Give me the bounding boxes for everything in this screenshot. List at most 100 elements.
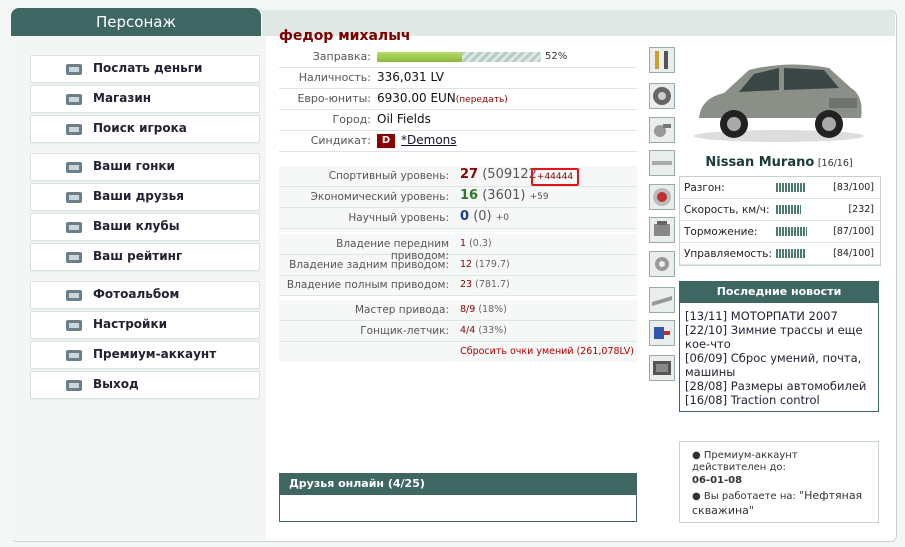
drive-master-value: 8/9 (18%) [460,304,507,315]
drive-master-row: Мастер привода: 8/9 (18%) [279,300,637,321]
sport-delta-badge: +44444 [531,168,579,186]
cash-row: Наличность: 336,031 LV [279,68,637,89]
rear-drive-row: Владение задним приводом: 12 (179.7) [279,255,637,276]
euro-label: Евро-юниты: [297,92,371,105]
turbo-icon[interactable] [649,117,675,143]
menu-item[interactable]: Премиум-аккаунт [30,341,260,369]
menu-item[interactable]: Настройки [30,311,260,339]
science-level-label: Научный уровень: [348,212,449,224]
clubs-icon [65,220,83,235]
car-stat-row: Разгон: [83/100] [680,177,880,199]
car-stat-value: [83/100] [833,182,874,193]
engine-icon[interactable] [649,217,675,243]
car-image [679,48,879,148]
econ-level-value: 16 (3601) +59 [460,188,549,203]
menu-item-label: Ваши друзья [93,189,184,203]
science-level-row: Научный уровень: 0 (0) +0 [279,208,637,229]
friends-online-box [279,495,637,522]
tire-icon[interactable] [649,83,675,109]
sport-level-label: Спортивный уровень: [328,170,449,182]
car-stat-bar [776,227,807,236]
news-item[interactable]: [06/09] Сброс умений, почта, машины [685,351,873,379]
brake-icon[interactable] [649,184,675,210]
syndicate-row: Синдикат: D *Demons [279,131,637,152]
exhaust-icon[interactable] [649,150,675,176]
cash-value: 336,031 LV [377,70,445,84]
city-row: Город: Oil Fields [279,110,637,131]
menu-item[interactable]: Ваши гонки [30,153,260,181]
nitro-icon[interactable] [649,320,675,346]
menu-item-label: Поиск игрока [93,121,187,135]
news-item[interactable]: [28/08] Размеры автомобилей [685,379,873,393]
menu-item[interactable]: Ваши клубы [30,213,260,241]
fuel-percent: 52% [545,51,568,62]
menu-item-label: Послать деньги [93,61,203,75]
car-stat-value: [232] [848,204,874,215]
friends-online-header: Друзья онлайн (4/25) [279,473,637,495]
car-stat-row: Торможение: [87/100] [680,221,880,243]
news-item[interactable]: [13/11] МОТОРПАТИ 2007 [685,309,873,323]
menu-item-label: Настройки [93,317,168,331]
rear-drive-label: Владение задним приводом: [289,259,449,271]
car-title: Nissan Murano [16/16] [679,155,879,170]
car-stat-value: [87/100] [833,226,874,237]
tab-character[interactable]: Персонаж [11,8,261,36]
camera-icon [65,288,83,303]
city-label: Город: [332,113,371,126]
menu-item[interactable]: Ваши друзья [30,183,260,211]
ecu-icon[interactable] [649,355,675,381]
menu-item[interactable]: Ваш рейтинг [30,243,260,271]
news-item[interactable]: [16/08] Traction control [685,393,873,407]
car-name: Nissan Murano [705,155,815,170]
menu-item-label: Ваши клубы [93,219,180,233]
menu-item[interactable]: Фотоальбом [30,281,260,309]
premium-date: 06-01-08 [692,475,743,486]
front-drive-row: Владение передним приводом: 1 (0.3) [279,234,637,262]
car-count: [16/16] [817,158,853,169]
menu-item[interactable]: Поиск игрока [30,115,260,143]
menu-item[interactable]: Магазин [30,85,260,113]
spoiler-icon[interactable] [649,287,675,313]
sport-level-value: 27 (509122 [460,167,537,182]
premium-icon [65,348,83,363]
suspension-icon[interactable] [649,47,675,73]
euro-row: Евро-юниты: 6930.00 EUN(передать) [279,89,637,110]
all-drive-label: Владение полным приводом: [286,279,449,291]
transfer-link[interactable]: (передать) [456,95,508,105]
city-value: Oil Fields [377,112,431,126]
fuel-bar-fill [377,52,463,62]
menu-item-label: Премиум-аккаунт [93,347,217,361]
syndicate-link[interactable]: *Demons [401,133,457,147]
econ-level-row: Экономический уровень: 16 (3601) +59 [279,187,637,208]
sport-level-row: Спортивный уровень: 27 (509122 +44444 [279,166,637,187]
menu-item[interactable]: Послать деньги [30,55,260,83]
menu-item-label: Фотоальбом [93,287,180,301]
car-stat-label: Торможение: [684,226,758,238]
shop-icon [65,92,83,107]
news-list: [13/11] МОТОРПАТИ 2007 [22/10] Зимние тра… [679,303,879,412]
gearbox-icon[interactable] [649,251,675,277]
menu-item-label: Магазин [93,91,152,105]
syndicate-label: Синдикат: [310,134,371,147]
rear-drive-value: 12 (179.7) [460,259,510,270]
car-stat-row: Управляемость: [84/100] [680,243,880,265]
reset-skills-link[interactable]: Сбросить очки умений (261,078LV) [460,346,634,357]
car-stat-row: Скорость, км/ч: [232] [680,199,880,221]
pilot-row: Гонщик-летчик: 4/4 (33%) [279,321,637,342]
menu-item-label: Выход [93,377,139,391]
car-stat-label: Разгон: [684,182,725,194]
all-drive-row: Владение полным приводом: 23 (781.7) [279,275,637,296]
fuel-label: Заправка: [312,50,371,63]
pilot-value: 4/4 (33%) [460,325,507,336]
news-header: Последние новости [679,281,879,303]
cash-label: Наличность: [298,71,371,84]
steering-wheel-icon [65,160,83,175]
drive-master-label: Мастер привода: [354,304,449,316]
car-stat-label: Управляемость: [684,248,772,260]
car-stats: Разгон: [83/100] Скорость, км/ч: [232] Тормо… [679,176,881,266]
fuel-bar [377,52,541,62]
car-stat-value: [84/100] [833,248,874,259]
news-item[interactable]: [22/10] Зимние трассы и еще кое-что [685,323,873,351]
car-stat-bar [776,205,801,214]
menu-item[interactable]: Выход [30,371,260,399]
